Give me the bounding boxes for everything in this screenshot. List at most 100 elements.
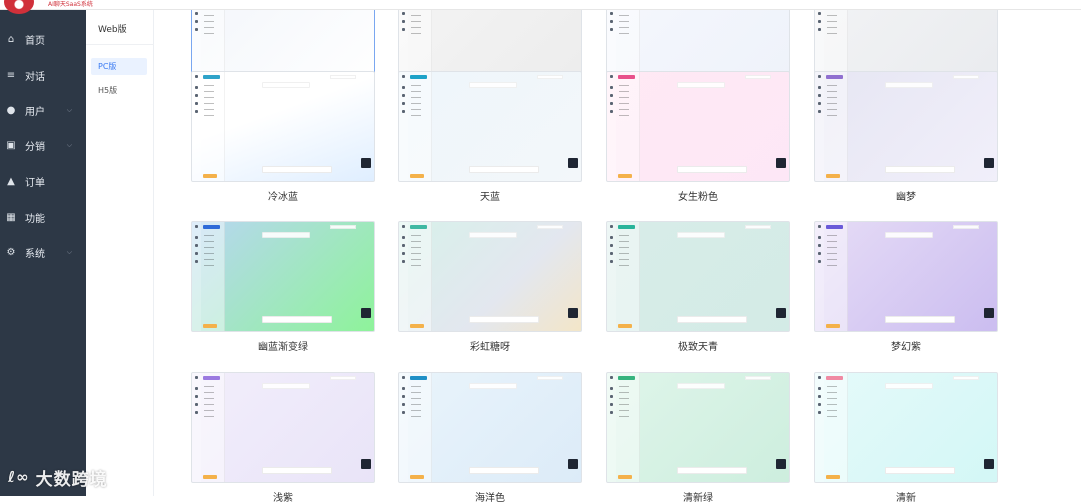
preview-badge [618, 174, 632, 178]
skin-preview[interactable] [606, 221, 790, 332]
skin-card[interactable]: 梦幻紫 [814, 221, 998, 353]
preview-list-line [411, 410, 421, 411]
skin-card[interactable]: 女生粉色 [606, 71, 790, 203]
preview-list [408, 72, 432, 181]
sidebar-item-2[interactable]: ● 用户 ⌵ [0, 99, 86, 121]
preview-new-chat-button [826, 376, 843, 380]
preview-list-line [827, 235, 837, 236]
share-icon: ▣ [6, 139, 16, 151]
preview-nav-dot [610, 403, 613, 406]
preview-message [677, 232, 725, 238]
preview-nav-dot [195, 94, 198, 97]
user-icon: ● [6, 104, 16, 116]
sidebar-item-0[interactable]: ⌂ 首页 [0, 28, 86, 50]
subnav-item-h5[interactable]: H5版 [91, 82, 147, 99]
watermark: ℓ∞ 大数跨境 [8, 462, 148, 492]
preview-list-line [827, 253, 837, 254]
preview-sidebar [399, 72, 408, 181]
preview-list-line [827, 97, 837, 98]
skin-preview[interactable] [814, 71, 998, 182]
skin-card[interactable]: 彩虹糖呀 [398, 221, 582, 353]
preview-list-line [204, 109, 214, 110]
sidebar-item-6[interactable]: ⚙ 系统 ⌵ [0, 241, 86, 263]
preview-list-line [619, 241, 629, 242]
sidebar-item-5[interactable]: ▦ 功能 [0, 206, 86, 228]
qr-code-icon [568, 308, 578, 318]
skin-card[interactable]: 幽梦 [814, 71, 998, 203]
preview-list [616, 72, 640, 181]
skin-card[interactable]: 极致天青 [606, 221, 790, 353]
skin-card[interactable]: 海洋色 [398, 372, 582, 504]
preview-list-line [204, 398, 214, 399]
chevron-down-icon: ⌵ [66, 105, 72, 114]
skin-name: 幽梦 [896, 192, 916, 203]
qr-code-icon [984, 308, 994, 318]
preview-nav-dot [610, 252, 613, 255]
preview-list [616, 222, 640, 331]
skin-preview[interactable] [606, 71, 790, 182]
skin-preview[interactable] [398, 372, 582, 483]
preview-new-chat-button [410, 376, 427, 380]
skin-name: 彩虹糖呀 [470, 342, 510, 353]
skin-card[interactable]: 清新 [814, 372, 998, 504]
preview-nav-dot [195, 28, 198, 31]
preview-nav-dot [818, 395, 821, 398]
preview-list-line [411, 253, 421, 254]
sidebar-item-3[interactable]: ▣ 分销 ⌵ [0, 134, 86, 156]
preview-message [469, 232, 517, 238]
preview-list-line [827, 392, 837, 393]
preview-nav-dot [610, 12, 613, 15]
preview-input [677, 166, 747, 173]
preview-nav-dot [402, 236, 405, 239]
preview-input [262, 316, 332, 323]
preview-list-line [827, 33, 837, 34]
preview-nav-dot [402, 86, 405, 89]
skin-preview[interactable] [814, 372, 998, 483]
sidebar-item-1[interactable]: ≡ 对话 [0, 64, 86, 86]
preview-nav-dot [818, 252, 821, 255]
preview-nav-dot [610, 244, 613, 247]
skin-preview[interactable] [398, 221, 582, 332]
preview-list-line [204, 253, 214, 254]
skin-preview[interactable] [191, 71, 375, 182]
preview-list-line [411, 97, 421, 98]
preview-message [469, 82, 517, 88]
sidebar-item-4[interactable]: ▲ 订单 [0, 170, 86, 192]
preview-badge [410, 475, 424, 479]
preview-list-line [827, 27, 837, 28]
preview-list-line [619, 404, 629, 405]
preview-toolbar [953, 75, 979, 79]
preview-sidebar [815, 222, 824, 331]
preview-list-line [204, 259, 214, 260]
preview-nav-dot [818, 28, 821, 31]
skin-gallery: 皮肤一（默认）皮肤二皮肤三皮肤四冷冰蓝天蓝女生粉色幽梦幽蓝渐变绿彩虹糖呀极致天青… [155, 0, 1081, 504]
skin-preview[interactable] [814, 221, 998, 332]
sub-sidebar: Web版 PC版 H5版 [86, 10, 154, 496]
sidebar-item-label: 用户 [25, 106, 45, 118]
preview-list-line [204, 265, 214, 266]
preview-list-line [619, 109, 629, 110]
skin-preview[interactable] [606, 372, 790, 483]
skin-card[interactable]: 冷冰蓝 [191, 71, 375, 203]
preview-toolbar [330, 376, 356, 380]
preview-list-line [619, 259, 629, 260]
skin-preview[interactable] [191, 372, 375, 483]
preview-nav-dot [402, 244, 405, 247]
preview-list-line [827, 109, 837, 110]
subnav-item-pc[interactable]: PC版 [91, 58, 147, 75]
skin-name: 极致天青 [678, 342, 718, 353]
skin-card[interactable]: 幽蓝渐变绿 [191, 221, 375, 353]
preview-nav-dot [195, 260, 198, 263]
skin-preview[interactable] [398, 71, 582, 182]
preview-message [262, 383, 310, 389]
skin-card[interactable]: 浅紫 [191, 372, 375, 504]
preview-list-line [204, 392, 214, 393]
preview-nav-dot [818, 376, 821, 379]
preview-toolbar [537, 376, 563, 380]
skin-card[interactable]: 清新绿 [606, 372, 790, 504]
preview-nav-dot [610, 395, 613, 398]
skin-card[interactable]: 天蓝 [398, 71, 582, 203]
preview-new-chat-button [410, 225, 427, 229]
preview-nav-dot [195, 236, 198, 239]
skin-preview[interactable] [191, 221, 375, 332]
